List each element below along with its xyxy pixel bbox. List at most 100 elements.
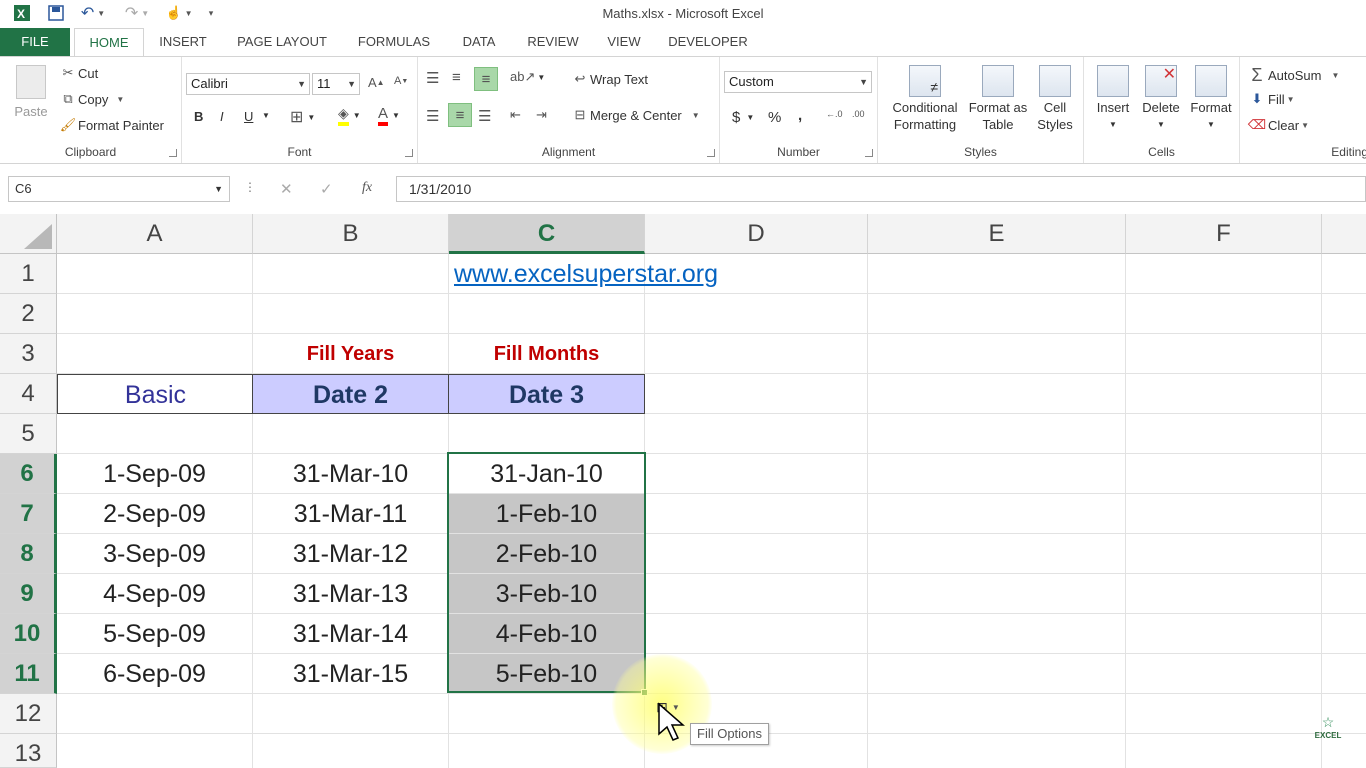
cell-a10[interactable]: 5-Sep-09 [57,614,253,654]
column-header-c[interactable]: C [449,214,645,254]
formula-input[interactable]: 1/31/2010 [396,176,1366,202]
cell-a7[interactable]: 2-Sep-09 [57,494,253,534]
delete-cells-button[interactable]: ✕ Delete ▼ [1138,65,1184,133]
increase-decimal-button[interactable]: ←.0 [826,109,843,119]
column-header-a[interactable]: A [57,214,253,254]
row-header-4[interactable]: 4 [0,374,57,414]
column-header-b[interactable]: B [253,214,449,254]
copy-button[interactable]: ⧉ Copy ▼ [58,91,124,107]
cell-b4[interactable]: Date 2 [252,374,449,414]
cell-b9[interactable]: 31-Mar-13 [253,574,449,614]
cell-c9[interactable]: 3-Feb-10 [449,574,645,614]
cell-b6[interactable]: 31-Mar-10 [253,454,449,494]
align-center-button[interactable]: ≡ [448,103,472,127]
row-header-9[interactable]: 9 [0,574,57,614]
cell-c3[interactable]: Fill Months [449,334,645,374]
tab-formulas[interactable]: FORMULAS [350,28,438,56]
column-header-g[interactable] [1322,214,1366,254]
align-right-button[interactable]: ☰ [478,107,491,125]
row-header-13[interactable]: 13 [0,734,57,768]
chevron-down-icon[interactable]: ▼ [214,177,223,201]
decrease-decimal-button[interactable]: .00 [852,109,865,119]
cell-b8[interactable]: 31-Mar-12 [253,534,449,574]
cell-b7[interactable]: 31-Mar-11 [253,494,449,534]
alignment-launcher-icon[interactable] [707,149,715,157]
column-header-f[interactable]: F [1126,214,1322,254]
row-header-3[interactable]: 3 [0,334,57,374]
cell-c4[interactable]: Date 3 [448,374,645,414]
format-cells-button[interactable]: Format ▼ [1186,65,1236,133]
column-header-e[interactable]: E [868,214,1126,254]
cell-a6[interactable]: 1-Sep-09 [57,454,253,494]
orientation-button[interactable]: ab↗ ▼ [510,69,545,85]
website-link[interactable]: www.excelsuperstar.org [454,260,718,288]
column-header-d[interactable]: D [645,214,868,254]
cell-a9[interactable]: 4-Sep-09 [57,574,253,614]
fill-color-button[interactable]: ◈ ▼ [338,105,361,126]
cell-c10[interactable]: 4-Feb-10 [449,614,645,654]
align-left-button[interactable]: ☰ [426,107,439,125]
align-top-button[interactable]: ☰ [426,69,439,87]
paste-button[interactable]: Paste [8,65,54,120]
conditional-formatting-button[interactable]: ≠ Conditional Formatting [882,65,968,133]
font-launcher-icon[interactable] [405,149,413,157]
clipboard-launcher-icon[interactable] [169,149,177,157]
formula-bar-grip-icon[interactable]: ⋮ [244,180,256,194]
enter-icon[interactable]: ✓ [320,180,333,198]
row-header-5[interactable]: 5 [0,414,57,454]
align-middle-button[interactable]: ≡ [452,69,461,86]
merge-center-button[interactable]: ⊟ Merge & Center ▼ [570,107,700,123]
cell-b10[interactable]: 31-Mar-14 [253,614,449,654]
currency-button[interactable]: $ ▼ [732,109,754,126]
align-bottom-button[interactable]: ≡ [474,67,498,91]
number-format-combo[interactable]: Custom ▼ [724,71,872,93]
borders-button[interactable]: ⊞ ▼ [290,107,315,127]
row-header-1[interactable]: 1 [0,254,57,294]
font-name-combo[interactable]: Calibri ▼ [186,73,310,95]
cell-styles-button[interactable]: Cell Styles [1030,65,1080,133]
cell-c6[interactable]: 31-Jan-10 [449,454,645,494]
row-header-8[interactable]: 8 [0,534,57,574]
cell-c8[interactable]: 2-Feb-10 [449,534,645,574]
row-header-11[interactable]: 11 [0,654,57,694]
tab-home[interactable]: HOME [74,28,144,57]
tab-file[interactable]: FILE [0,28,70,56]
decrease-indent-button[interactable]: ⇤ [510,107,521,123]
tab-insert[interactable]: INSERT [152,28,214,56]
cell-b3[interactable]: Fill Years [253,334,449,374]
row-header-6[interactable]: 6 [0,454,57,494]
underline-button[interactable]: U [244,109,253,124]
increase-indent-button[interactable]: ⇥ [536,107,547,123]
wrap-text-button[interactable]: ↩ Wrap Text [570,71,649,87]
fill-button[interactable]: ⬇ Fill ▼ [1246,91,1295,107]
tab-data[interactable]: DATA [452,28,506,56]
font-color-button[interactable]: A ▼ [378,105,400,126]
insert-cells-button[interactable]: Insert ▼ [1090,65,1136,133]
bold-button[interactable]: B [194,109,203,124]
number-launcher-icon[interactable] [865,149,873,157]
insert-function-icon[interactable]: fx [362,180,372,196]
underline-dropdown[interactable]: ▼ [262,111,270,120]
row-header-12[interactable]: 12 [0,694,57,734]
cell-c1[interactable]: www.excelsuperstar.org [449,254,869,294]
name-box[interactable]: C6 ▼ [8,176,230,202]
row-header-10[interactable]: 10 [0,614,57,654]
cell-a8[interactable]: 3-Sep-09 [57,534,253,574]
row-header-7[interactable]: 7 [0,494,57,534]
cell-a11[interactable]: 6-Sep-09 [57,654,253,694]
tab-view[interactable]: VIEW [598,28,650,56]
percent-button[interactable]: % [768,109,781,126]
cell-a4[interactable]: Basic [57,374,253,414]
shrink-font-button[interactable]: A ▼ [394,75,408,87]
autosum-button[interactable]: Σ AutoSum ▼ [1246,65,1339,86]
tab-developer[interactable]: DEVELOPER [664,28,752,56]
font-size-combo[interactable]: 11 ▼ [312,73,360,95]
row-header-2[interactable]: 2 [0,294,57,334]
grow-font-button[interactable]: A ▲ [368,75,385,90]
cut-button[interactable]: ✂ Cut [58,65,99,81]
clear-button[interactable]: ⌫ Clear ▼ [1246,117,1309,133]
tab-page-layout[interactable]: PAGE LAYOUT [228,28,336,56]
cancel-icon[interactable]: ✕ [280,180,293,198]
cell-b11[interactable]: 31-Mar-15 [253,654,449,694]
format-painter-button[interactable]: 🖌 Format Painter [58,117,164,133]
